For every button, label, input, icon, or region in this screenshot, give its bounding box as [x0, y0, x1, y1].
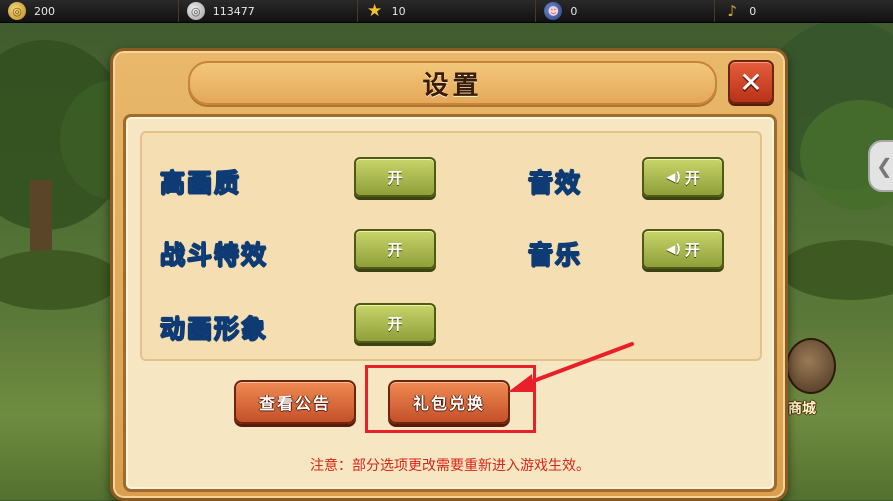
side-expand-tab[interactable]: ❮ — [868, 140, 893, 192]
speaker-icon: ◀) — [666, 242, 681, 256]
shop-label[interactable]: 商城 — [788, 398, 816, 418]
resource-value: 113477 — [212, 4, 255, 18]
notice-text: 注意：部分选项更改需要重新进入游戏生效。 — [310, 458, 590, 474]
mask-icon: ☻ — [544, 2, 563, 20]
options-panel: 高画质 开 战斗特效 开 动画形象 开 音效 ◀) 开 音乐 ◀) 开 — [140, 131, 762, 361]
resource-horn[interactable]: ♪ 0 — [715, 0, 893, 22]
resource-star[interactable]: ★ 10 — [358, 0, 537, 22]
title-plate: 设置 — [188, 61, 717, 105]
annotation-arrow-icon — [508, 342, 634, 392]
battle-effects-toggle[interactable]: 开 — [354, 229, 436, 269]
high-quality-toggle[interactable]: 开 — [354, 157, 436, 197]
resource-value: 0 — [749, 4, 757, 18]
star-icon: ★ — [366, 0, 383, 21]
resource-value: 0 — [570, 4, 578, 18]
toggle-label: 开 — [387, 240, 403, 259]
sound-effects-toggle[interactable]: ◀) 开 — [642, 157, 724, 197]
dialog-title: 设置 — [422, 70, 483, 101]
toggle-label: 开 — [387, 168, 403, 187]
shop-avatar[interactable] — [786, 338, 836, 394]
resource-value: 10 — [391, 4, 406, 18]
bg-bush — [780, 240, 893, 300]
speaker-icon: ◀) — [666, 170, 681, 184]
resource-bar: ◎ 200 ◎ 113477 ★ 10 ☻ 0 ♪ 0 — [0, 0, 893, 23]
music-toggle[interactable]: ◀) 开 — [642, 229, 724, 269]
option-label-animation: 动画形象 — [159, 314, 269, 344]
close-button[interactable]: ✕ — [728, 60, 774, 104]
resource-gold[interactable]: ◎ 200 — [0, 0, 179, 22]
toggle-label: 开 — [387, 314, 403, 333]
resource-mask[interactable]: ☻ 0 — [536, 0, 716, 22]
gold-coin-icon: ◎ — [8, 2, 26, 20]
dialog-body: 高画质 开 战斗特效 开 动画形象 开 音效 ◀) 开 音乐 ◀) 开 查看公告… — [123, 114, 777, 492]
resource-silver[interactable]: ◎ 113477 — [179, 0, 358, 22]
resource-value: 200 — [34, 4, 55, 18]
horn-icon: ♪ — [727, 1, 737, 20]
chevron-left-icon: ❮ — [876, 154, 893, 178]
toggle-label: 开 — [684, 240, 700, 259]
option-label-sound-effects: 音效 — [527, 168, 583, 198]
option-label-high-quality: 高画质 — [159, 168, 242, 198]
bg-bush — [0, 250, 120, 310]
toggle-label: 开 — [684, 168, 700, 187]
close-icon: ✕ — [739, 65, 763, 99]
settings-dialog: 设置 ✕ 高画质 开 战斗特效 开 动画形象 开 音效 ◀) 开 音乐 ◀) 开… — [110, 48, 788, 501]
view-announcement-button[interactable]: 查看公告 — [234, 380, 356, 424]
animation-toggle[interactable]: 开 — [354, 303, 436, 343]
option-label-music: 音乐 — [527, 240, 583, 270]
option-label-battle-effects: 战斗特效 — [159, 240, 269, 270]
silver-coin-icon: ◎ — [186, 2, 205, 20]
